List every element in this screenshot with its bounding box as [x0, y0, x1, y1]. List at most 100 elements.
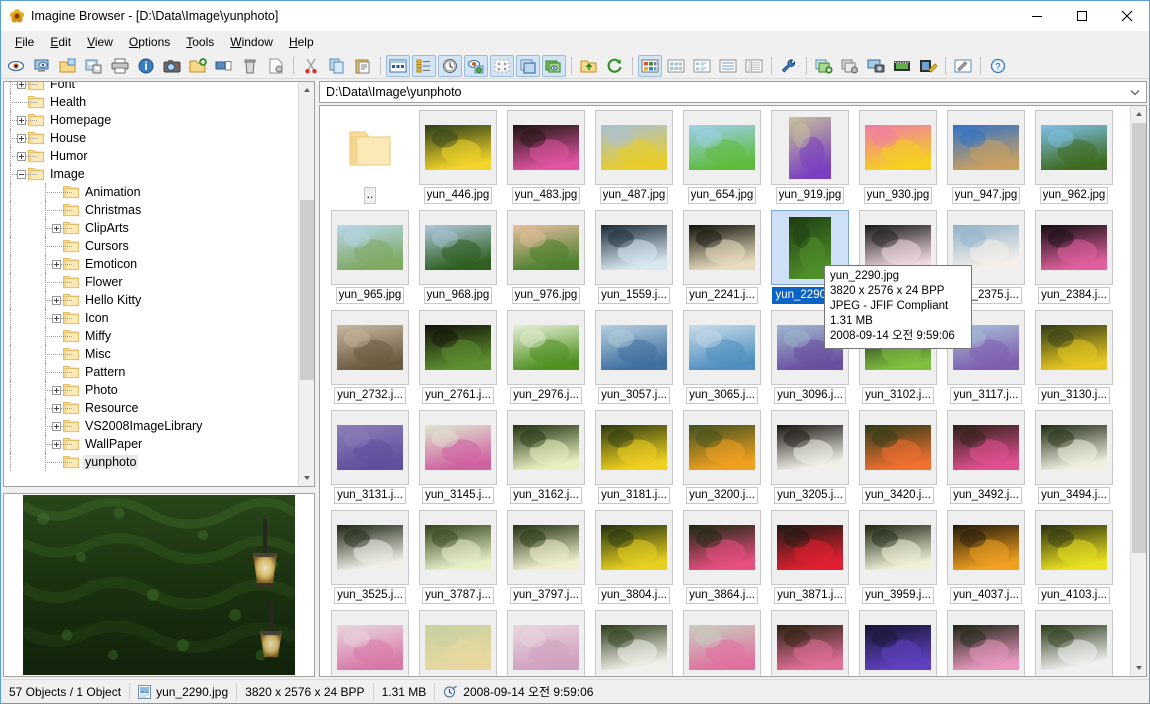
thumbnail-item[interactable]: yun_4166.j...	[502, 610, 590, 676]
menu-file[interactable]: FFileile	[7, 33, 42, 51]
expand-plus-icon[interactable]	[52, 403, 61, 413]
expand-plus-icon[interactable]	[52, 295, 61, 305]
thumbnail-image[interactable]	[683, 510, 761, 585]
list-detail-icon[interactable]	[412, 54, 436, 77]
tree-item-cliparts[interactable]: ClipArts	[4, 219, 298, 237]
slideshow-icon[interactable]	[438, 54, 462, 77]
menu-view[interactable]: View	[79, 33, 121, 51]
thumbnail-item[interactable]: yun_3871.j...	[766, 510, 854, 604]
tree-item-wallpaper[interactable]: WallPaper	[4, 435, 298, 453]
thumbnail-item[interactable]: yun_2976.j...	[502, 310, 590, 404]
view-details-icon[interactable]	[742, 55, 766, 77]
tree-item-animation[interactable]: Animation	[4, 183, 298, 201]
capture-icon[interactable]	[160, 55, 184, 77]
scroll-down-arrow[interactable]	[1131, 660, 1146, 676]
screen-capture-icon[interactable]	[864, 55, 888, 77]
view-list-icon[interactable]	[716, 55, 740, 77]
thumbnail-item[interactable]: yun_4145.j...	[414, 610, 502, 676]
thumbnail-image[interactable]	[595, 510, 673, 585]
tree-item-photo[interactable]: Photo	[4, 381, 298, 399]
collapse-minus-icon[interactable]	[17, 169, 26, 179]
tree-item-misc[interactable]: Misc	[4, 345, 298, 363]
info-icon[interactable]	[134, 55, 158, 77]
thumbnail-item[interactable]: yun_3494.j...	[1030, 410, 1118, 504]
print-icon[interactable]	[108, 55, 132, 77]
minimize-icon[interactable]	[1014, 1, 1059, 31]
menu-window[interactable]: Window	[222, 33, 281, 51]
thumbnail-image[interactable]	[419, 210, 497, 285]
thumbnail-image[interactable]	[595, 410, 673, 485]
thumbnail-item[interactable]: yun_446.jpg	[414, 110, 502, 204]
thumbnail-item[interactable]: yun_3797.j...	[502, 510, 590, 604]
tree-scrollbar[interactable]	[298, 82, 314, 486]
thumbnail-item[interactable]: yun_4215.j...	[766, 610, 854, 676]
thumbnail-item[interactable]: yun_2761.j...	[414, 310, 502, 404]
thumbnail-image[interactable]	[683, 210, 761, 285]
view-image-icon[interactable]	[4, 55, 28, 77]
thumbnail-image[interactable]	[683, 110, 761, 185]
scroll-up-arrow[interactable]	[299, 82, 314, 98]
thumbnail-item[interactable]: yun_3205.j...	[766, 410, 854, 504]
thumbnail-item[interactable]: yun_2241.j...	[678, 210, 766, 304]
tree-item-cursors[interactable]: Cursors	[4, 237, 298, 255]
tree-item-resource[interactable]: Resource	[4, 399, 298, 417]
duplicate-icon[interactable]	[516, 54, 540, 77]
thumbnail-item[interactable]: yun_976.jpg	[502, 210, 590, 304]
open-folder-icon[interactable]	[56, 55, 80, 77]
expand-plus-icon[interactable]	[17, 133, 26, 143]
thumbnail-browser[interactable]: .. yun_446.jpg yun_483.jpg yun_487.jpg yun_6…	[319, 105, 1147, 677]
thumbnail-image[interactable]	[1035, 210, 1113, 285]
thumbnail-item[interactable]: yun_3787.j...	[414, 510, 502, 604]
thumbnail-image[interactable]	[683, 410, 761, 485]
thumbnail-item[interactable]: yun_3131.j...	[326, 410, 414, 504]
thumbnail-item[interactable]: yun_4120.j...	[326, 610, 414, 676]
tree-item-christmas[interactable]: Christmas	[4, 201, 298, 219]
refresh-icon[interactable]	[603, 55, 627, 77]
thumbnail-view-icon[interactable]	[386, 54, 410, 77]
scroll-down-arrow[interactable]	[299, 470, 314, 486]
view-large-icons-icon[interactable]	[638, 54, 662, 77]
menu-tools[interactable]: Tools	[178, 33, 222, 51]
tree-item-flower[interactable]: Flower	[4, 273, 298, 291]
thumbnail-image[interactable]	[507, 410, 585, 485]
thumbnail-image[interactable]	[1035, 110, 1113, 185]
thumbnail-image[interactable]	[331, 310, 409, 385]
thumbnail-image[interactable]	[947, 110, 1025, 185]
preview-pane-icon[interactable]	[464, 54, 488, 77]
thumbnail-item[interactable]: yun_3804.j...	[590, 510, 678, 604]
thumbnail-item[interactable]: yun_3057.j...	[590, 310, 678, 404]
view-fullscreen-icon[interactable]	[30, 55, 54, 77]
thumbnail-image[interactable]	[507, 510, 585, 585]
expand-plus-icon[interactable]	[17, 82, 26, 89]
thumbnail-item[interactable]: yun_3200.j...	[678, 410, 766, 504]
tree-item-image[interactable]: Image	[4, 165, 298, 183]
thumbnail-image[interactable]	[419, 410, 497, 485]
expand-plus-icon[interactable]	[52, 313, 61, 323]
thumbnail-item[interactable]: yun_3181.j...	[590, 410, 678, 504]
tree-item-hello-kitty[interactable]: Hello Kitty	[4, 291, 298, 309]
expand-plus-icon[interactable]	[52, 259, 61, 269]
thumbnail-image[interactable]	[1035, 610, 1113, 676]
thumbnail-image[interactable]	[859, 610, 937, 676]
thumbnail-item[interactable]: yun_4037.j...	[942, 510, 1030, 604]
thumbnail-item[interactable]: yun_4280.j...	[1030, 610, 1118, 676]
filmstrip-icon[interactable]	[890, 55, 914, 77]
expand-plus-icon[interactable]	[52, 439, 61, 449]
tree-item-icon[interactable]: Icon	[4, 309, 298, 327]
scroll-up-arrow[interactable]	[1131, 106, 1146, 122]
parent-folder-icon[interactable]	[577, 55, 601, 77]
thumbnail-item[interactable]: yun_3492.j...	[942, 410, 1030, 504]
thumbnail-image[interactable]	[331, 510, 409, 585]
thumbnail-image[interactable]	[947, 410, 1025, 485]
chevron-down-icon[interactable]	[1130, 82, 1140, 102]
editor-icon[interactable]	[951, 55, 975, 77]
batch-icon[interactable]	[542, 54, 566, 77]
thumbnail-image[interactable]	[859, 110, 937, 185]
thumbnail-image[interactable]	[331, 610, 409, 676]
folder-tree[interactable]: Font Health Homepage House Humor Image Animati…	[3, 81, 315, 487]
edit-film-icon[interactable]	[916, 55, 940, 77]
thumbnail-image[interactable]	[1035, 510, 1113, 585]
tree-item-miffy[interactable]: Miffy	[4, 327, 298, 345]
rename-icon[interactable]	[212, 55, 236, 77]
save-image-icon[interactable]	[82, 55, 106, 77]
